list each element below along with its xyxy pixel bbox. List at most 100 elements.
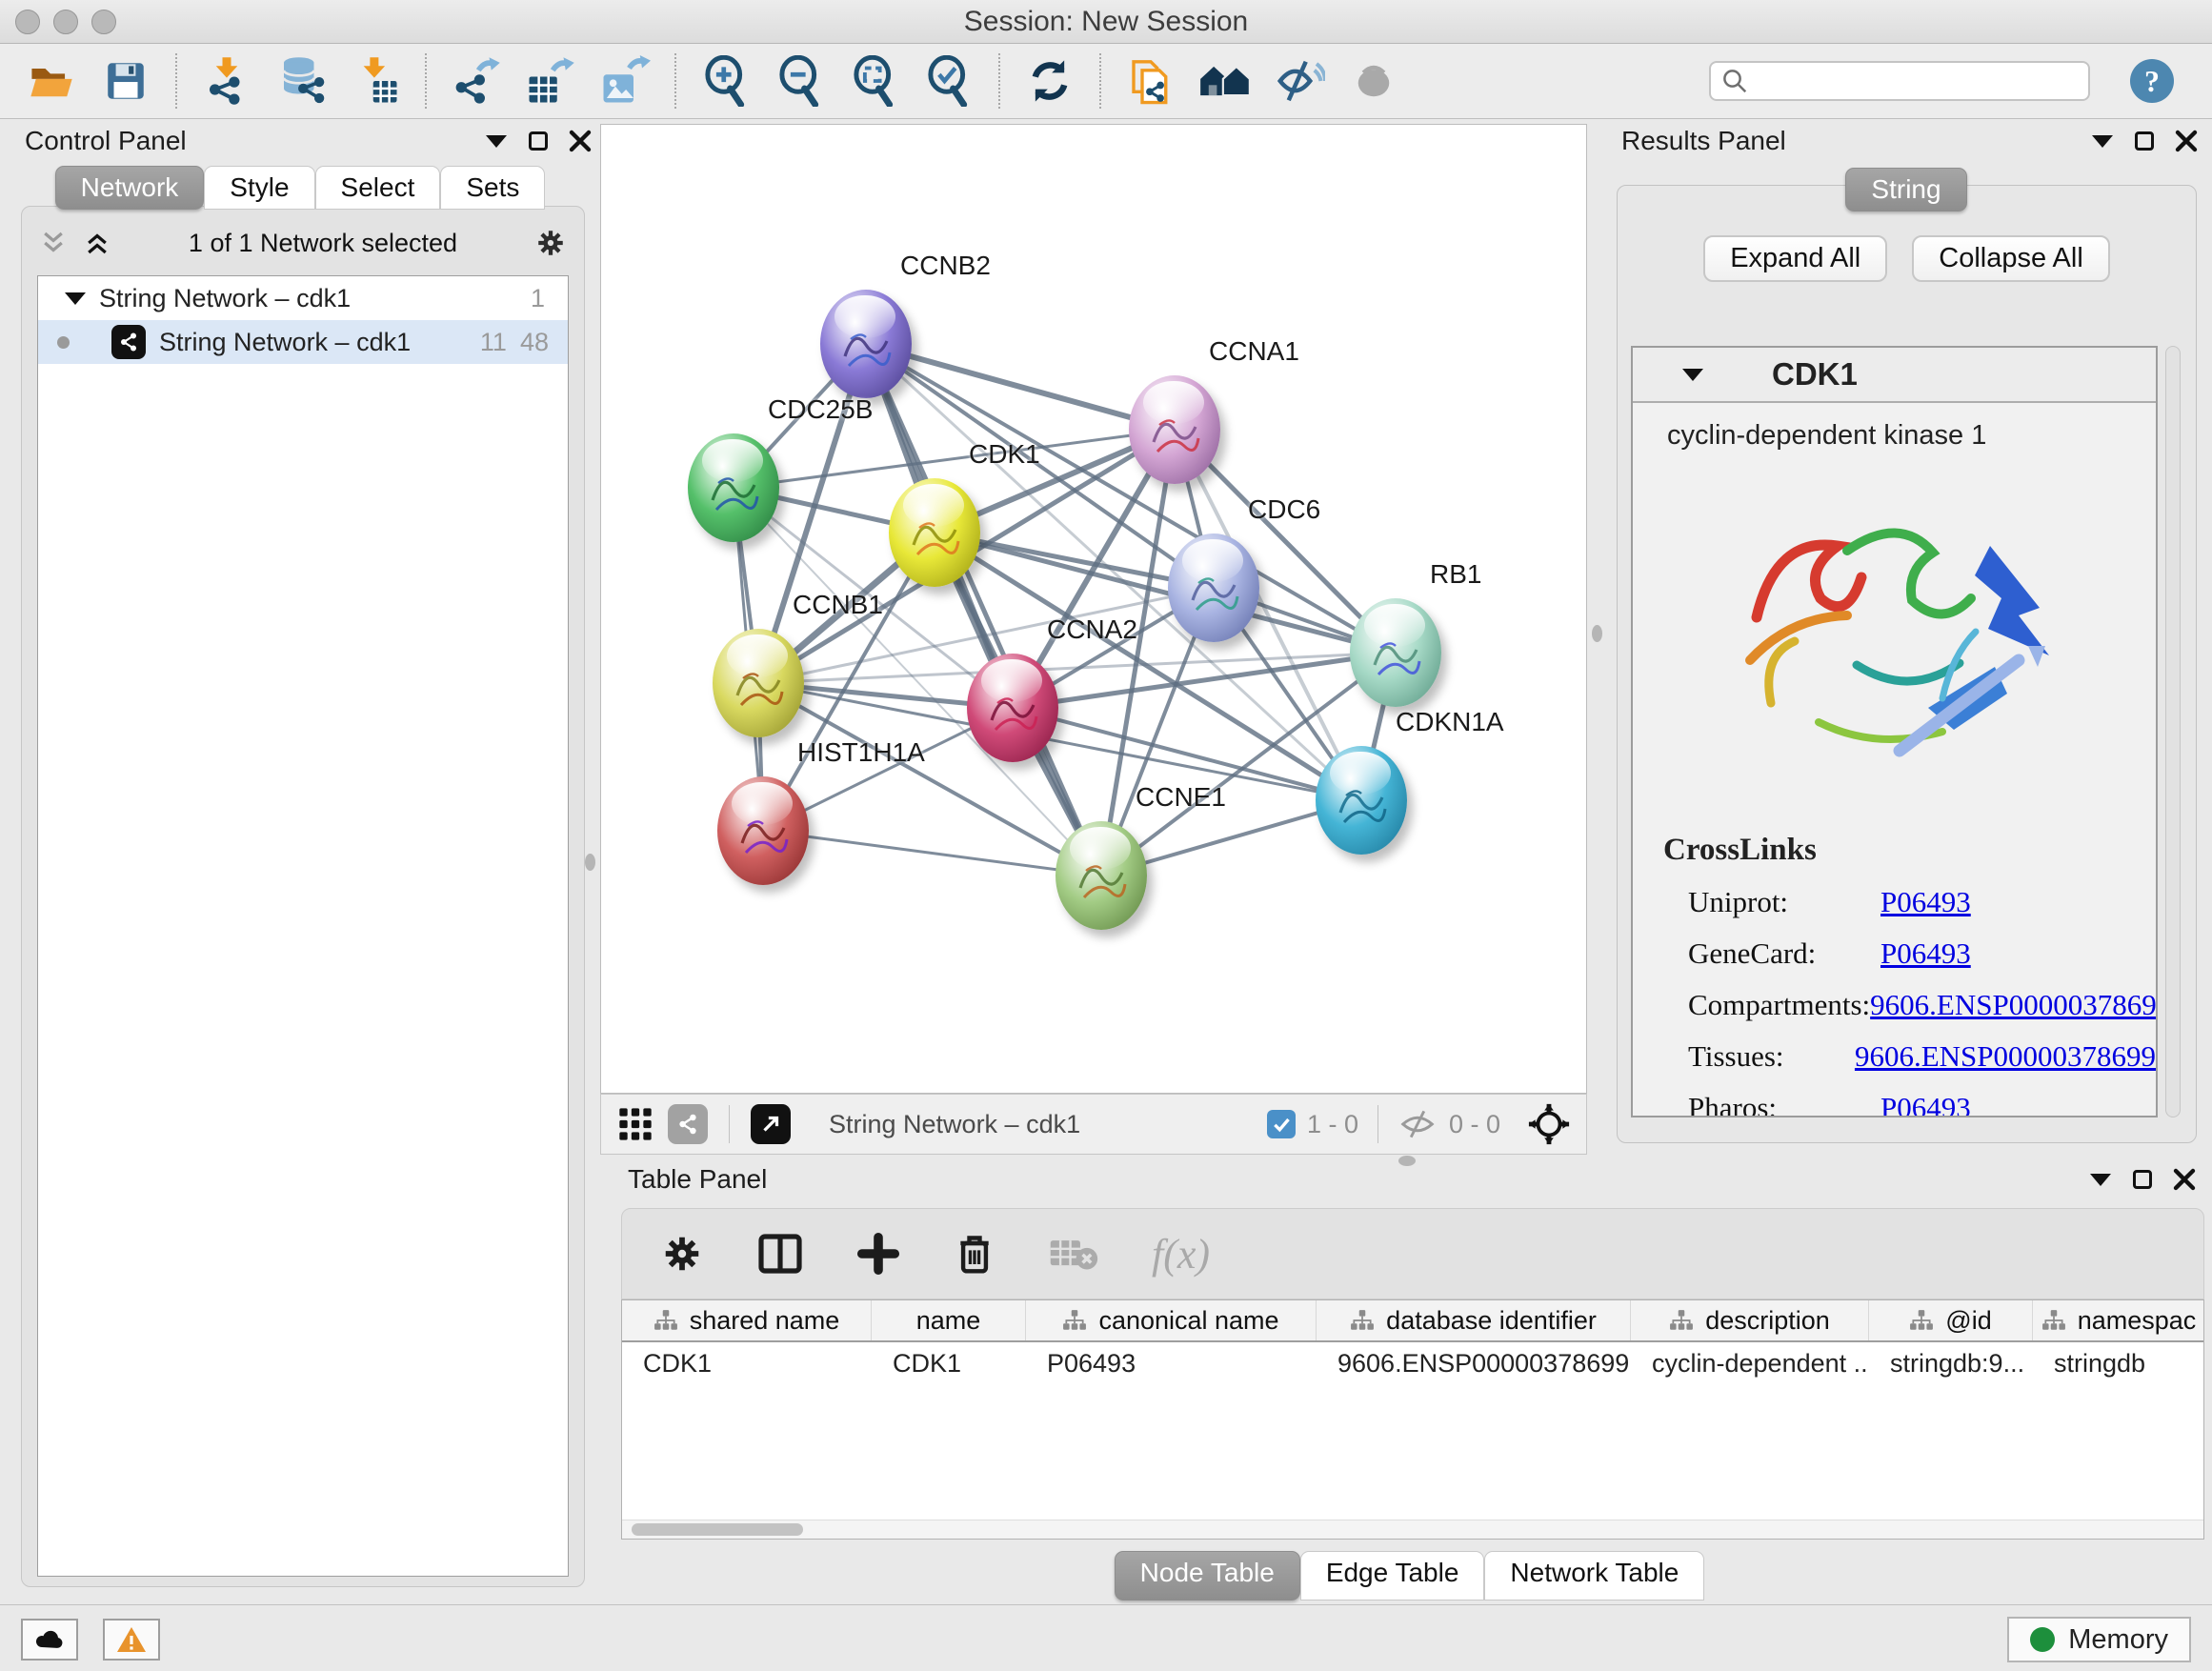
network-row[interactable]: String Network – cdk1 11 48 <box>38 320 568 364</box>
birdseye-crosshair-icon[interactable] <box>1527 1102 1571 1146</box>
table-cell: CDK1 <box>622 1342 872 1384</box>
panel-menu-icon[interactable] <box>484 129 509 153</box>
node-label-CDKN1A: CDKN1A <box>1396 707 1504 737</box>
node-HIST1H1A[interactable] <box>717 776 809 885</box>
edge-CCNB2-CCNE1[interactable] <box>866 344 1101 876</box>
warnings-button[interactable] <box>103 1619 160 1661</box>
import-network-file-button[interactable] <box>200 54 253 108</box>
tree-caret-icon[interactable] <box>65 292 86 305</box>
panel-float-icon[interactable] <box>526 129 551 153</box>
show-columns-icon[interactable] <box>757 1231 803 1277</box>
column-header-namespac[interactable]: namespac <box>2033 1300 2204 1340</box>
collapse-gene-icon[interactable] <box>1682 369 1703 381</box>
cloud-status-button[interactable] <box>21 1619 78 1661</box>
export-image-button[interactable] <box>598 54 652 108</box>
tab-network-table[interactable]: Network Table <box>1484 1551 1704 1601</box>
export-network-button[interactable] <box>450 54 503 108</box>
node-CDC6[interactable] <box>1168 534 1259 642</box>
collapse-all-button[interactable]: Collapse All <box>1912 235 2110 282</box>
expand-all-button[interactable]: Expand All <box>1703 235 1887 282</box>
memory-button[interactable]: Memory <box>2007 1617 2191 1662</box>
detach-view-icon[interactable] <box>751 1104 791 1144</box>
save-session-button[interactable] <box>99 54 152 108</box>
network-collection-row[interactable]: String Network – cdk1 1 <box>38 276 568 320</box>
zoom-in-button[interactable] <box>699 54 753 108</box>
gene-card-header[interactable]: CDK1 <box>1633 348 2156 403</box>
tab-string[interactable]: String <box>1845 168 1966 211</box>
clone-network-button[interactable] <box>1124 54 1177 108</box>
node-CCNB1[interactable] <box>713 629 804 737</box>
crosslink-link[interactable]: P06493 <box>1880 885 1971 919</box>
tab-node-table[interactable]: Node Table <box>1115 1551 1300 1601</box>
node-CDC25B[interactable] <box>688 433 779 542</box>
crosslink-link[interactable]: 9606.ENSP00000378699 <box>1855 1039 2156 1074</box>
open-session-button[interactable] <box>25 54 78 108</box>
hscroll-handle[interactable] <box>632 1523 803 1536</box>
refresh-layout-button[interactable] <box>1023 54 1076 108</box>
node-CCNA1[interactable] <box>1129 375 1220 484</box>
crosslink-link[interactable]: P06493 <box>1880 936 1971 971</box>
column-header-name[interactable]: name <box>872 1300 1026 1340</box>
tab-sets[interactable]: Sets <box>440 166 545 210</box>
node-RB1[interactable] <box>1350 598 1441 707</box>
network-view-icon[interactable] <box>668 1104 708 1144</box>
export-table-button[interactable] <box>524 54 577 108</box>
tab-select[interactable]: Select <box>315 166 441 210</box>
network-options-gear-icon[interactable] <box>534 227 567 259</box>
column-header-shared-name[interactable]: shared name <box>622 1300 872 1340</box>
node-CCNB2[interactable] <box>820 290 912 398</box>
node-CCNA2[interactable] <box>967 654 1058 762</box>
crosslink-link[interactable]: P06493 <box>1880 1091 1971 1117</box>
panel-close-icon[interactable] <box>568 129 593 153</box>
help-button[interactable]: ? <box>2130 59 2174 103</box>
edge-HIST1H1A-CCNE1[interactable] <box>763 831 1101 876</box>
import-table-file-button[interactable] <box>349 54 402 108</box>
search-input[interactable] <box>1757 67 2079 96</box>
bottom-splitter-handle[interactable] <box>1398 1156 1416 1166</box>
node-CCNE1[interactable] <box>1056 821 1147 930</box>
zoom-in-icon <box>700 55 752 107</box>
grid-view-icon[interactable] <box>616 1105 654 1143</box>
edge-CDK1-RB1[interactable] <box>935 533 1396 653</box>
tab-network[interactable]: Network <box>55 166 205 210</box>
selected-checkbox-icon[interactable] <box>1267 1110 1296 1138</box>
left-splitter-handle[interactable] <box>585 854 595 871</box>
zoom-fit-button[interactable] <box>848 54 901 108</box>
show-all-button[interactable] <box>1347 54 1400 108</box>
results-scrollbar[interactable] <box>2165 346 2181 1117</box>
panel-close-icon[interactable] <box>2174 129 2199 153</box>
first-neighbors-button[interactable] <box>1198 54 1252 108</box>
panel-menu-icon[interactable] <box>2088 1167 2113 1192</box>
network-tab-content: 1 of 1 Network selected String Network –… <box>21 206 585 1587</box>
crosslink-link[interactable]: 9606.ENSP00000378699 <box>1870 988 2158 1022</box>
node-CDKN1A[interactable] <box>1316 746 1407 855</box>
table-cell: cyclin-dependent ... <box>1631 1342 1869 1384</box>
zoom-out-button[interactable] <box>774 54 827 108</box>
panel-menu-icon[interactable] <box>2090 129 2115 153</box>
column-header--id[interactable]: @id <box>1869 1300 2033 1340</box>
tab-style[interactable]: Style <box>204 166 314 210</box>
column-header-description[interactable]: description <box>1631 1300 1869 1340</box>
column-header-database-identifier[interactable]: database identifier <box>1317 1300 1631 1340</box>
create-column-plus-icon[interactable] <box>856 1232 900 1276</box>
right-splitter-handle[interactable] <box>1592 625 1602 642</box>
delete-column-trash-icon[interactable] <box>954 1231 995 1277</box>
network-view-canvas[interactable]: CCNB2CCNA1CDC25BCDK1CDC6RB1CCNB1CCNA2CDK… <box>600 124 1587 1094</box>
gene-detail-card: CDK1 cyclin-dependent kinase 1 <box>1631 346 2158 1117</box>
import-network-database-button[interactable] <box>274 54 328 108</box>
node-label-RB1: RB1 <box>1430 559 1481 590</box>
collapse-all-icon[interactable] <box>39 229 68 257</box>
panel-close-icon[interactable] <box>2172 1167 2197 1192</box>
table-options-gear-icon[interactable] <box>660 1232 704 1276</box>
protein-scribble-icon <box>1333 775 1390 832</box>
expand-all-icon[interactable] <box>83 229 111 257</box>
panel-float-icon[interactable] <box>2130 1167 2155 1192</box>
column-header-canonical-name[interactable]: canonical name <box>1026 1300 1317 1340</box>
node-CDK1[interactable] <box>889 478 980 587</box>
table-row[interactable]: CDK1CDK1P064939606.ENSP00000378699cyclin… <box>622 1342 2203 1384</box>
panel-float-icon[interactable] <box>2132 129 2157 153</box>
hide-selected-button[interactable] <box>1273 54 1326 108</box>
tab-edge-table[interactable]: Edge Table <box>1300 1551 1485 1601</box>
zoom-selected-button[interactable] <box>922 54 975 108</box>
toolbar-search[interactable] <box>1709 61 2090 101</box>
